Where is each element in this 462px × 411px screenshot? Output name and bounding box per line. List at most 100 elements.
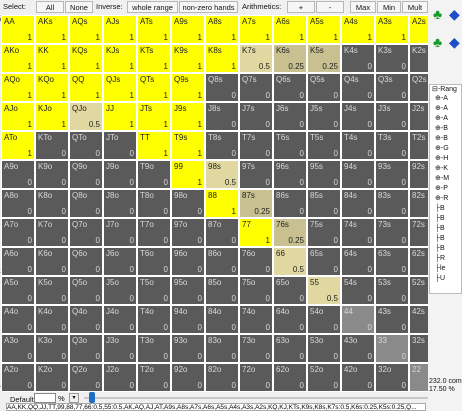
- hand-cell[interactable]: 92o 0: [171, 363, 205, 392]
- hand-cell[interactable]: 97o 0: [171, 218, 205, 247]
- hand-cell[interactable]: 75s 0: [307, 218, 341, 247]
- hand-cell[interactable]: Q4o 0: [69, 305, 103, 334]
- hand-cell[interactable]: A5s 1: [307, 15, 341, 44]
- hand-cell[interactable]: K7s 0.5: [239, 44, 273, 73]
- hand-cell[interactable]: 65s 0: [307, 247, 341, 276]
- club-icon-2[interactable]: ♣: [433, 35, 442, 49]
- plus-button[interactable]: +: [287, 1, 315, 13]
- default-percent-input[interactable]: [34, 393, 56, 403]
- hand-cell[interactable]: K3s 0: [375, 44, 409, 73]
- hand-cell[interactable]: J3o 0: [103, 334, 137, 363]
- hand-cell[interactable]: 33 0: [375, 334, 409, 363]
- hand-cell[interactable]: 88 1: [205, 189, 239, 218]
- hand-cell[interactable]: K5s 0.25: [307, 44, 341, 73]
- hand-cell[interactable]: T2o 0: [137, 363, 171, 392]
- hand-cell[interactable]: J3s 0: [375, 102, 409, 131]
- hand-cell[interactable]: J8o 0: [103, 189, 137, 218]
- hand-cell[interactable]: J4s 0: [341, 102, 375, 131]
- hand-cell[interactable]: A6s 1: [273, 15, 307, 44]
- hand-cell[interactable]: K6o 0: [35, 247, 69, 276]
- hand-cell[interactable]: 94o 0: [171, 305, 205, 334]
- hand-cell[interactable]: K8s 1: [205, 44, 239, 73]
- hand-cell[interactable]: KTo 0: [35, 131, 69, 160]
- hand-cell[interactable]: 85o 0: [205, 276, 239, 305]
- hand-cell[interactable]: 72o 0: [239, 363, 273, 392]
- range-slider-thumb[interactable]: [89, 392, 95, 403]
- hand-cell[interactable]: 64s 0: [341, 247, 375, 276]
- minus-button[interactable]: -: [316, 1, 344, 13]
- hand-cell[interactable]: 66 0.5: [273, 247, 307, 276]
- hand-cell[interactable]: 53s 0: [375, 276, 409, 305]
- hand-cell[interactable]: Q7s 0: [239, 73, 273, 102]
- hand-cell[interactable]: 94s 0: [341, 160, 375, 189]
- hand-cell[interactable]: 93o 0: [171, 334, 205, 363]
- select-none-button[interactable]: None: [65, 1, 93, 13]
- tree-item[interactable]: ⊕-H: [435, 155, 448, 163]
- tree-item[interactable]: ├R: [435, 255, 445, 263]
- diamond-icon[interactable]: ◆: [449, 7, 460, 21]
- tree-item[interactable]: ⊕-A: [435, 105, 448, 113]
- hand-cell[interactable]: 53o 0: [307, 334, 341, 363]
- hand-cell[interactable]: 74o 0: [239, 305, 273, 334]
- hand-cell[interactable]: 77 1: [239, 218, 273, 247]
- tree-item[interactable]: ⊕-A: [435, 115, 448, 123]
- hand-cell[interactable]: J6o 0: [103, 247, 137, 276]
- hand-cell[interactable]: 95s 0: [307, 160, 341, 189]
- hand-cell[interactable]: 62o 0: [273, 363, 307, 392]
- hand-cell[interactable]: A3o 0: [1, 334, 35, 363]
- hand-cell[interactable]: 42o 0: [341, 363, 375, 392]
- hand-cell[interactable]: K6s 0.25: [273, 44, 307, 73]
- hand-cell[interactable]: J2o 0: [103, 363, 137, 392]
- hand-cell[interactable]: T8o 0: [137, 189, 171, 218]
- hand-cell[interactable]: JJ 1: [103, 102, 137, 131]
- hand-cell[interactable]: 44 0: [341, 305, 375, 334]
- percent-spinner[interactable]: ▾: [69, 393, 79, 403]
- hand-cell[interactable]: JTo 0: [103, 131, 137, 160]
- hand-cell[interactable]: KJs 1: [103, 44, 137, 73]
- hand-cell[interactable]: A9o 0: [1, 160, 35, 189]
- hand-cell[interactable]: Q6o 0: [69, 247, 103, 276]
- hand-cell[interactable]: 55 0.5: [307, 276, 341, 305]
- hand-cell[interactable]: 87s 0.25: [239, 189, 273, 218]
- hand-cell[interactable]: K4o 0: [35, 305, 69, 334]
- mult-button[interactable]: Mult: [402, 1, 428, 13]
- hand-cell[interactable]: KK 1: [35, 44, 69, 73]
- hand-cell[interactable]: J7s 0: [239, 102, 273, 131]
- hand-cell[interactable]: Q9s 1: [171, 73, 205, 102]
- hand-cell[interactable]: K8o 0: [35, 189, 69, 218]
- hand-cell[interactable]: JTs 1: [137, 102, 171, 131]
- hand-cell[interactable]: AJo 1: [1, 102, 35, 131]
- hand-cell[interactable]: 96s 0: [273, 160, 307, 189]
- tree-item[interactable]: ⊕-B: [435, 135, 448, 143]
- tree-item[interactable]: ├B: [435, 225, 445, 233]
- hand-cell[interactable]: 84o 0: [205, 305, 239, 334]
- hand-cell[interactable]: T7s 0: [239, 131, 273, 160]
- hand-cell[interactable]: AKs 1: [35, 15, 69, 44]
- hand-cell[interactable]: T4s 0: [341, 131, 375, 160]
- hand-cell[interactable]: Q3o 0: [69, 334, 103, 363]
- hand-cell[interactable]: 43s 0: [375, 305, 409, 334]
- hand-cell[interactable]: KJo 1: [35, 102, 69, 131]
- hand-cell[interactable]: 54o 0: [307, 305, 341, 334]
- inverse-non-zero-button[interactable]: non-zero hands: [179, 1, 238, 13]
- hand-cell[interactable]: A4o 0: [1, 305, 35, 334]
- hand-cell[interactable]: 63o 0: [273, 334, 307, 363]
- hand-cell[interactable]: QTo 0: [69, 131, 103, 160]
- tree-item[interactable]: ├B: [435, 245, 445, 253]
- hand-cell[interactable]: Q8o 0: [69, 189, 103, 218]
- range-slider-track[interactable]: [84, 397, 429, 399]
- hand-cell[interactable]: T6s 0: [273, 131, 307, 160]
- tree-root[interactable]: ⊟-Rang: [432, 86, 457, 94]
- hand-cell[interactable]: 86s 0: [273, 189, 307, 218]
- hand-cell[interactable]: J9s 1: [171, 102, 205, 131]
- hand-cell[interactable]: K7o 0: [35, 218, 69, 247]
- hand-cell[interactable]: T7o 0: [137, 218, 171, 247]
- hand-cell[interactable]: J9o 0: [103, 160, 137, 189]
- hand-cell[interactable]: K5o 0: [35, 276, 69, 305]
- hand-cell[interactable]: 83o 0: [205, 334, 239, 363]
- hand-cell[interactable]: AJs 1: [103, 15, 137, 44]
- hand-cell[interactable]: T9o 0: [137, 160, 171, 189]
- hand-cell[interactable]: A4s 1: [341, 15, 375, 44]
- hand-cell[interactable]: A5o 0: [1, 276, 35, 305]
- hand-cell[interactable]: 82o 0: [205, 363, 239, 392]
